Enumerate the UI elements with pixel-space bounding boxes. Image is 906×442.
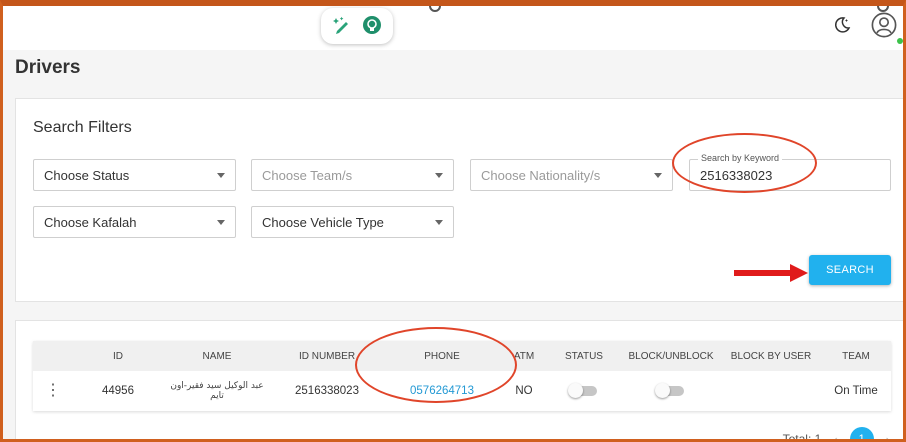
kafalah-select-label: Choose Kafalah (44, 214, 137, 230)
edit-sparkle-icon[interactable] (331, 15, 353, 37)
total-count: Total: 1 (782, 432, 822, 442)
nationality-select-label: Choose Nationality/s (481, 167, 601, 183)
vehicle-type-select[interactable]: Choose Vehicle Type (251, 206, 454, 238)
user-avatar-icon[interactable] (871, 10, 897, 40)
annotation-oval-keyword (672, 133, 817, 193)
column-header: TEAM (842, 350, 870, 362)
cell-block (621, 382, 721, 398)
window-handle-dot (429, 6, 441, 12)
status-select-label: Choose Status (44, 167, 130, 183)
chevron-down-icon (435, 220, 443, 225)
chevron-left-icon[interactable]: ‹ (833, 432, 837, 440)
chevron-down-icon (654, 173, 662, 178)
moon-icon[interactable] (829, 10, 855, 40)
cell-id-number: 2516338023 (295, 385, 359, 397)
window-handle-dot (877, 6, 889, 12)
toggle-knob (568, 382, 583, 398)
header-actions (829, 10, 897, 40)
app-header (3, 6, 903, 50)
more-vertical-icon: ⋮ (45, 382, 61, 399)
page-title: Drivers (15, 57, 81, 78)
annotation-arrow-icon (734, 264, 808, 282)
column-header: BLOCK BY USER (730, 350, 812, 362)
online-status-dot (897, 38, 903, 44)
lightbulb-icon[interactable] (361, 15, 383, 37)
status-select[interactable]: Choose Status (33, 159, 236, 191)
toggle-knob (655, 382, 670, 398)
chevron-right-icon[interactable]: › (886, 432, 890, 440)
chevron-down-icon (217, 173, 225, 178)
search-button[interactable]: SEARCH (809, 255, 891, 285)
annotation-oval-phone (355, 327, 517, 403)
team-select[interactable]: Choose Team/s (251, 159, 454, 191)
row-menu-button[interactable]: ⋮ (33, 383, 73, 399)
status-toggle[interactable] (568, 382, 597, 398)
team-select-label: Choose Team/s (262, 167, 353, 183)
extension-toolbar (321, 8, 393, 44)
vehicle-type-select-label: Choose Vehicle Type (262, 214, 384, 230)
cell-name: عبد الوكيل سيد فقير-اون تايم (170, 381, 264, 401)
cell-status (547, 382, 621, 398)
column-header: BLOCK/UNBLOCK (628, 350, 714, 362)
cell-id: 44956 (102, 385, 134, 397)
cell-team: On Time (834, 385, 878, 397)
nationality-select[interactable]: Choose Nationality/s (470, 159, 673, 191)
column-header: ID (113, 350, 123, 362)
column-header: STATUS (565, 350, 603, 362)
kafalah-select[interactable]: Choose Kafalah (33, 206, 236, 238)
cell-atm: NO (515, 385, 533, 397)
browser-frame: Drivers Search Filters Choose Status Cho… (0, 0, 906, 442)
block-toggle[interactable] (655, 382, 684, 398)
column-header: NAME (202, 350, 232, 362)
filters-title: Search Filters (33, 119, 132, 136)
chevron-down-icon (217, 220, 225, 225)
page-button-current[interactable]: 1 (849, 427, 874, 439)
pagination: Total: 1 ‹ 1 › (782, 427, 890, 442)
chevron-down-icon (435, 173, 443, 178)
